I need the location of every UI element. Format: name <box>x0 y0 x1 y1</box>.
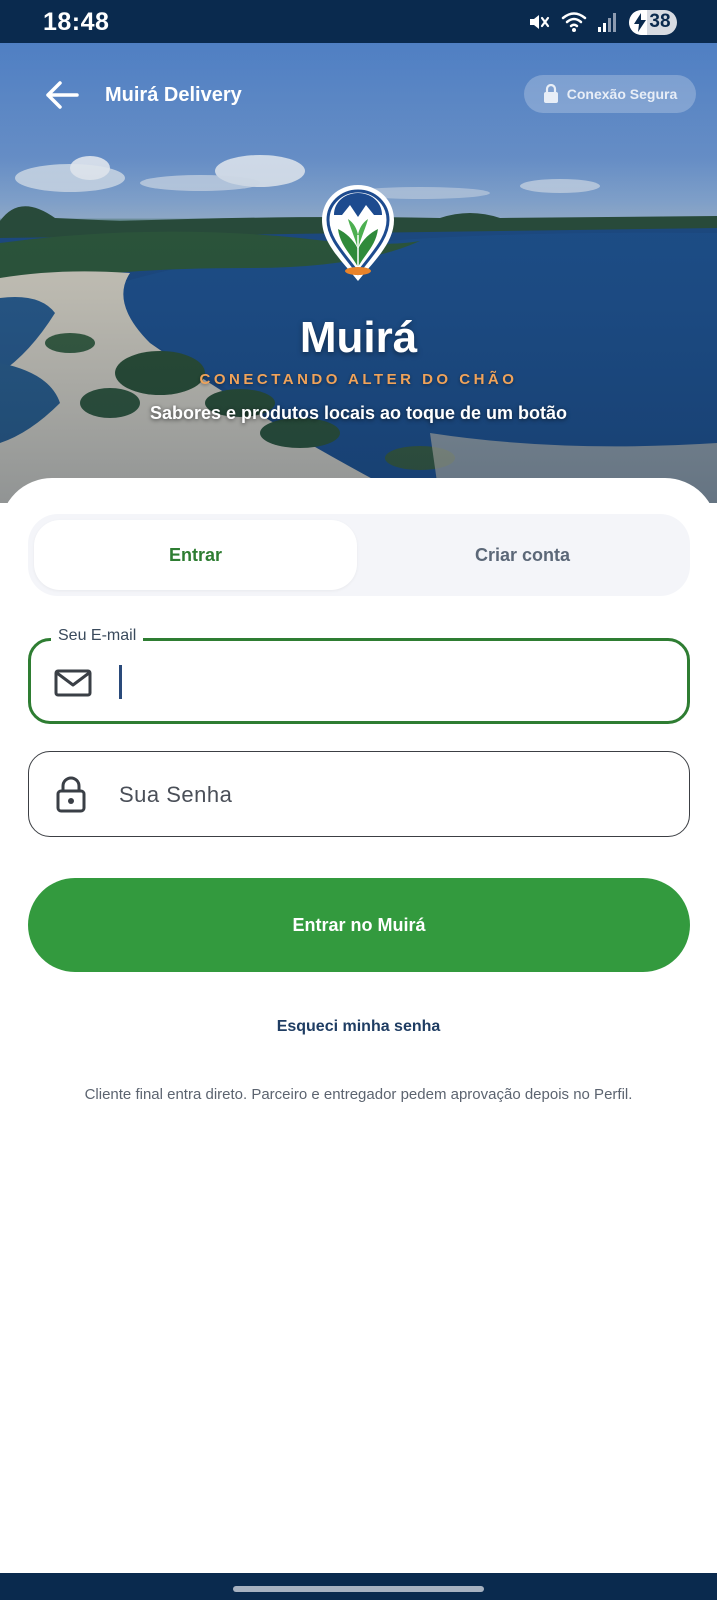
status-time: 18:48 <box>43 8 110 36</box>
info-note: Cliente final entra direto. Parceiro e e… <box>84 1086 633 1103</box>
secure-connection-label: Conexão Segura <box>566 86 678 102</box>
lock-icon <box>56 776 86 813</box>
home-gesture-handle[interactable] <box>233 1586 484 1592</box>
status-icons: 38 <box>527 9 677 35</box>
password-input[interactable] <box>117 752 661 838</box>
brand-name: Muirá <box>299 313 418 362</box>
tab-criar-conta[interactable]: Criar conta <box>361 520 684 590</box>
email-field[interactable]: Seu E-mail <box>28 627 690 724</box>
status-bar: 18:48 38 <box>0 0 717 43</box>
battery-level: 38 <box>649 11 671 32</box>
password-field[interactable] <box>28 751 690 838</box>
battery-charging-icon: 38 <box>629 9 677 35</box>
signal-icon <box>598 13 616 32</box>
login-submit-button[interactable]: Entrar no Muirá <box>28 878 690 972</box>
wifi-icon <box>561 12 587 32</box>
auth-tabs: Entrar Criar conta <box>28 514 690 596</box>
email-input[interactable] <box>119 641 663 723</box>
app-title: Muirá Delivery <box>105 84 242 106</box>
hero-subtitle: Sabores e produtos locais ao toque de um… <box>149 403 568 423</box>
forgot-password-link[interactable]: Esqueci minha senha <box>0 1018 717 1036</box>
brand-tagline: CONECTANDO ALTER DO CHÃO <box>199 371 518 388</box>
system-nav-bar <box>0 1573 717 1600</box>
secure-connection-badge: Conexão Segura <box>524 75 696 113</box>
login-card: Entrar Criar conta Seu E-mail Entrar no … <box>0 478 717 1573</box>
hero-banner: Muirá Delivery Conexão Segura Muirá CONE… <box>0 43 717 503</box>
back-arrow-icon[interactable] <box>44 79 80 111</box>
mute-icon <box>530 15 550 29</box>
tab-entrar[interactable]: Entrar <box>34 520 357 590</box>
mail-icon <box>54 669 92 697</box>
muira-logo-icon <box>322 185 394 281</box>
lock-icon <box>543 84 558 103</box>
